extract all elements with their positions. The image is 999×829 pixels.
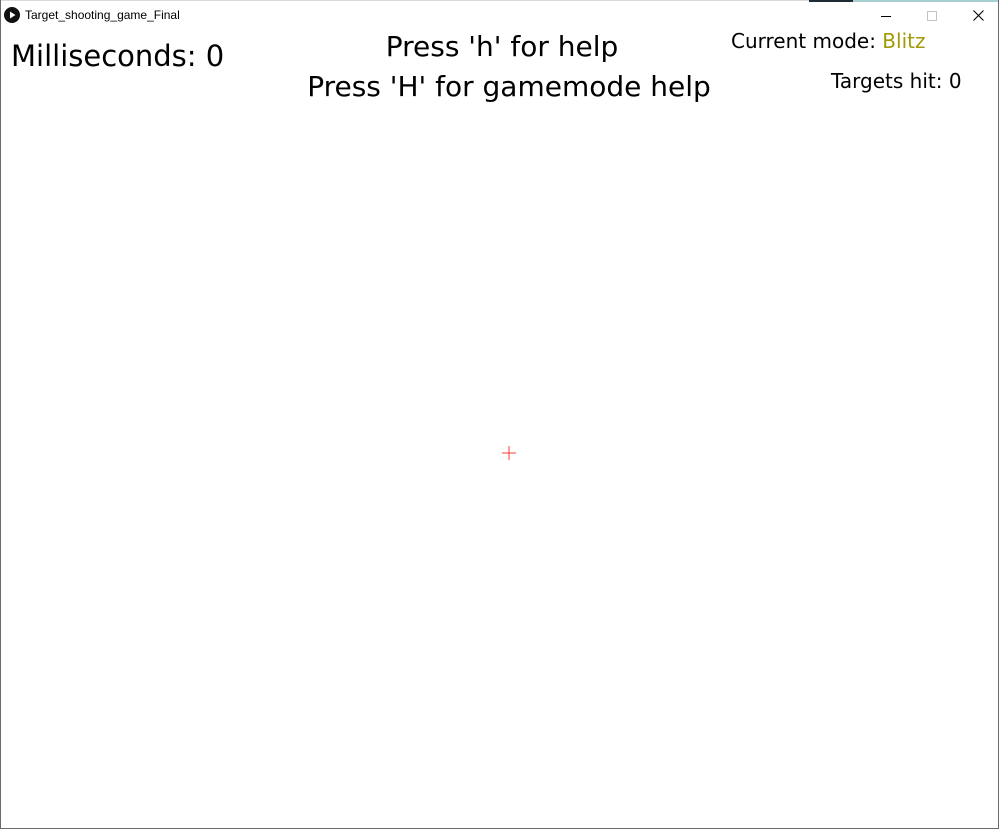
maximize-icon [927, 6, 937, 25]
minimize-icon [881, 6, 891, 25]
background-window-edge [809, 0, 853, 2]
current-mode-label: Current mode: [731, 29, 876, 53]
title-bar[interactable]: Target_shooting_game_Final [1, 0, 998, 30]
current-mode-value: Blitz [882, 29, 926, 53]
window-title: Target_shooting_game_Final [25, 8, 180, 22]
close-icon [972, 6, 984, 25]
close-button[interactable] [955, 0, 999, 30]
targets-hit-label: Targets hit: [831, 69, 943, 93]
targets-hit-readout: Targets hit: 0 [831, 71, 962, 91]
targets-hit-value: 0 [948, 69, 962, 93]
crosshair-icon [501, 445, 517, 461]
game-window: Target_shooting_game_Final Milliseconds:… [0, 0, 999, 829]
minimize-button[interactable] [863, 0, 909, 30]
maximize-button[interactable] [909, 0, 955, 30]
current-mode-readout: Current mode: Blitz [731, 31, 925, 51]
app-play-icon [4, 7, 20, 23]
